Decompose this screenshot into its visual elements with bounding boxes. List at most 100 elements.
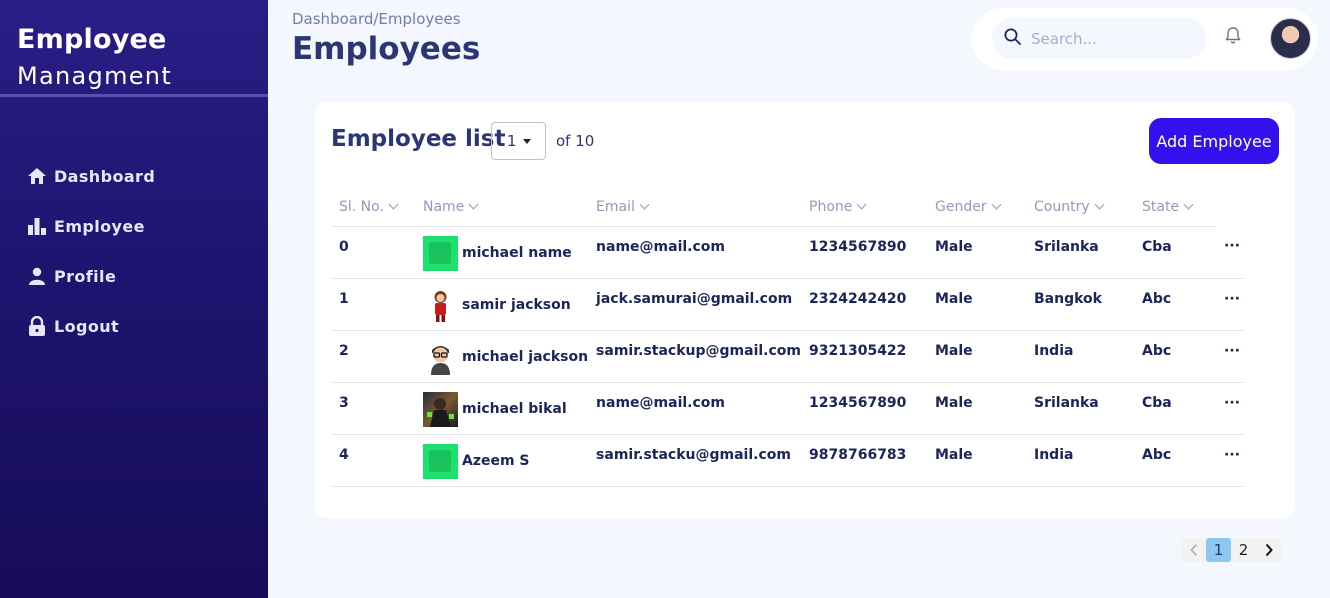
top-toolbar xyxy=(972,8,1318,70)
cell-sl: 3 xyxy=(331,382,415,435)
search-box xyxy=(992,18,1206,59)
cell-phone: 1234567890 xyxy=(801,226,927,279)
cell-state: Abc xyxy=(1134,330,1216,383)
cell-actions: ··· xyxy=(1216,382,1244,435)
cell-gender: Male xyxy=(927,278,1026,331)
column-header-country[interactable]: Country xyxy=(1026,188,1134,227)
table-row[interactable]: 2 michael jackson samir.stackup@gmail.co… xyxy=(331,330,1244,383)
column-header-actions xyxy=(1216,188,1244,226)
cell-email: name@mail.com xyxy=(588,382,801,435)
employee-avatar xyxy=(423,443,458,479)
cell-name: michael bikal xyxy=(415,382,589,435)
card-title: Employee list xyxy=(331,126,506,152)
table-row[interactable]: 4 Azeem S samir.stacku@gmail.com 9878766… xyxy=(331,434,1244,487)
cell-name: Azeem S xyxy=(415,434,589,487)
column-header-gender[interactable]: Gender xyxy=(927,188,1026,227)
sidebar-item-label: Dashboard xyxy=(54,166,156,186)
sidebar-item-profile[interactable]: Profile xyxy=(26,264,155,288)
table-header-row: Sl. No. Name Email Phone Gender Country … xyxy=(331,188,1244,227)
column-header-state[interactable]: State xyxy=(1134,188,1216,227)
cell-phone: 9321305422 xyxy=(801,330,927,383)
cell-email: name@mail.com xyxy=(588,226,801,279)
cell-actions: ··· xyxy=(1216,278,1244,331)
search-input[interactable] xyxy=(1031,29,1191,48)
cell-country: Srilanka xyxy=(1026,226,1134,279)
cell-name: michael jackson xyxy=(415,330,589,383)
more-options-icon[interactable]: ··· xyxy=(1224,291,1240,307)
cell-actions: ··· xyxy=(1216,330,1244,383)
cell-sl: 1 xyxy=(331,278,415,331)
cell-email: jack.samurai@gmail.com xyxy=(588,278,801,331)
sidebar-item-employee[interactable]: Employee xyxy=(26,214,155,238)
cell-name: michael name xyxy=(415,226,589,279)
more-options-icon[interactable]: ··· xyxy=(1224,447,1240,463)
column-header-sl[interactable]: Sl. No. xyxy=(331,188,415,227)
sidebar-nav: Dashboard Employee Profile Logout xyxy=(26,164,155,364)
cell-state: Cba xyxy=(1134,382,1216,435)
brand-subtitle: Managment xyxy=(17,62,173,90)
chevron-down-icon xyxy=(639,199,650,210)
search-icon xyxy=(1004,28,1021,49)
pagination: 1 2 xyxy=(1181,538,1281,562)
prev-page-button[interactable] xyxy=(1181,538,1206,562)
page-button-2[interactable]: 2 xyxy=(1231,538,1256,562)
chevron-down-icon xyxy=(856,199,867,210)
chevron-down-icon xyxy=(1094,199,1105,210)
page-select-dropdown[interactable]: 1 xyxy=(491,122,546,160)
chevron-left-icon xyxy=(1189,543,1197,557)
sidebar-item-label: Logout xyxy=(54,316,120,336)
cell-sl: 0 xyxy=(331,226,415,279)
employee-avatar xyxy=(423,391,458,427)
column-header-phone[interactable]: Phone xyxy=(801,188,927,227)
employee-list-card: Employee list 1 of 10 Add Employee Sl. N… xyxy=(315,102,1295,518)
sidebar-item-dashboard[interactable]: Dashboard xyxy=(26,164,155,188)
person-icon xyxy=(26,266,47,286)
more-options-icon[interactable]: ··· xyxy=(1224,395,1240,411)
employee-avatar xyxy=(423,339,458,375)
next-page-button[interactable] xyxy=(1256,538,1281,562)
employee-avatar xyxy=(423,235,458,271)
sidebar-item-logout[interactable]: Logout xyxy=(26,314,155,338)
cell-country: India xyxy=(1026,434,1134,487)
avatar[interactable] xyxy=(1270,18,1311,59)
page-total-text: of 10 xyxy=(556,132,595,150)
cell-actions: ··· xyxy=(1216,226,1244,279)
cell-sl: 4 xyxy=(331,434,415,487)
cell-country: India xyxy=(1026,330,1134,383)
chevron-down-icon xyxy=(388,199,399,210)
column-header-email[interactable]: Email xyxy=(588,188,801,227)
brand-title: Employee xyxy=(17,24,167,55)
page-button-1[interactable]: 1 xyxy=(1206,538,1231,562)
page-select-value: 1 xyxy=(507,132,517,150)
more-options-icon[interactable]: ··· xyxy=(1224,343,1240,359)
cell-gender: Male xyxy=(927,382,1026,435)
chevron-down-icon xyxy=(468,199,479,210)
cell-state: Cba xyxy=(1134,226,1216,279)
table-row[interactable]: 1 samir jackson jack.samurai@gmail.com 2… xyxy=(331,278,1244,331)
cell-gender: Male xyxy=(927,434,1026,487)
cell-gender: Male xyxy=(927,330,1026,383)
lock-icon xyxy=(26,316,47,336)
cell-email: samir.stackup@gmail.com xyxy=(588,330,801,383)
sidebar-item-label: Profile xyxy=(54,266,117,286)
cell-phone: 1234567890 xyxy=(801,382,927,435)
cell-state: Abc xyxy=(1134,434,1216,487)
cell-actions: ··· xyxy=(1216,434,1244,487)
bar-chart-icon xyxy=(26,216,47,236)
cell-country: Bangkok xyxy=(1026,278,1134,331)
add-employee-button[interactable]: Add Employee xyxy=(1149,118,1279,164)
cell-phone: 2324242420 xyxy=(801,278,927,331)
chevron-right-icon xyxy=(1265,543,1273,557)
more-options-icon[interactable]: ··· xyxy=(1224,238,1240,254)
brand: Employee Managment xyxy=(0,0,268,97)
table-row[interactable]: 3 michael bikal name@mail.com 1234567890… xyxy=(331,382,1244,435)
bell-icon[interactable] xyxy=(1224,26,1242,46)
cell-phone: 9878766783 xyxy=(801,434,927,487)
column-header-name[interactable]: Name xyxy=(415,188,589,227)
cell-gender: Male xyxy=(927,226,1026,279)
table-row[interactable]: 0 michael name name@mail.com 1234567890 … xyxy=(331,226,1244,279)
cell-sl: 2 xyxy=(331,330,415,383)
chevron-down-icon xyxy=(991,199,1002,210)
caret-down-icon xyxy=(522,138,531,144)
employee-table: Sl. No. Name Email Phone Gender Country … xyxy=(331,188,1244,487)
